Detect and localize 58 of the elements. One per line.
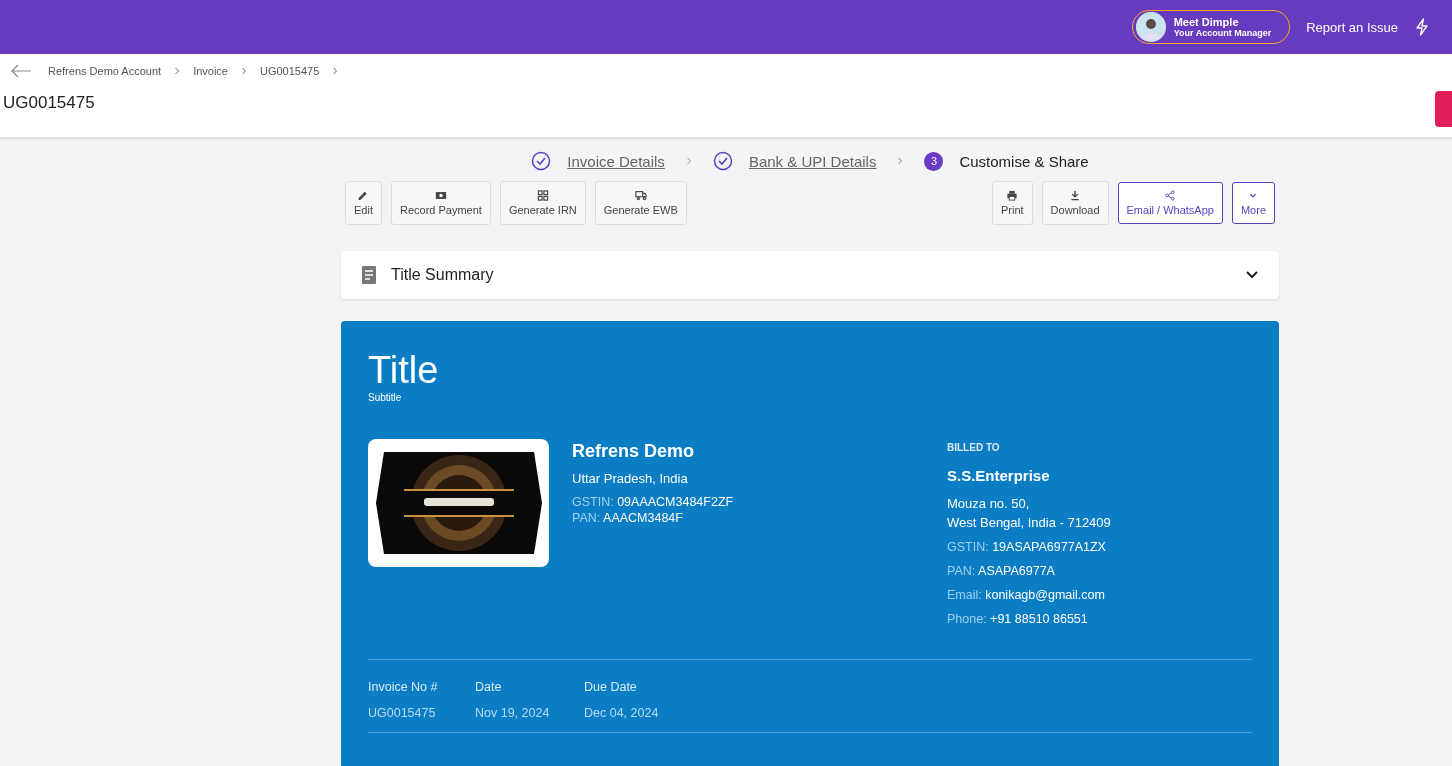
meta-value: UG0015475 bbox=[368, 706, 437, 720]
cash-icon bbox=[434, 190, 447, 201]
manager-role: Your Account Manager bbox=[1173, 28, 1272, 38]
company-detail: PAN: AAACM3484F bbox=[572, 511, 684, 525]
invoice-subtitle: Subtitle bbox=[368, 392, 403, 403]
chevron-down-icon[interactable] bbox=[1245, 270, 1259, 280]
printer-icon bbox=[1006, 190, 1019, 201]
breadcrumb-link[interactable]: Invoice bbox=[193, 65, 228, 77]
company-detail: GSTIN: 09AAACM3484F2ZF bbox=[572, 495, 735, 509]
client-address: West Bengal, India - 712409 bbox=[947, 514, 1111, 532]
invoice-title: Title bbox=[368, 349, 440, 392]
summary-title: Title Summary bbox=[391, 266, 495, 284]
step-number: 3 bbox=[924, 151, 944, 171]
toolbar-button[interactable]: Edit bbox=[345, 181, 382, 225]
chevron-right-icon bbox=[684, 157, 693, 165]
toolbar-button[interactable]: Download bbox=[1041, 181, 1109, 225]
back-arrow-icon[interactable] bbox=[10, 64, 32, 78]
avatar-icon bbox=[1135, 12, 1166, 42]
manager-name: Meet Dimple bbox=[1173, 16, 1240, 28]
toolbar-button[interactable]: Email / WhatsApp bbox=[1117, 182, 1223, 224]
toolbar-button[interactable]: More bbox=[1231, 182, 1275, 224]
step-link[interactable]: Invoice Details bbox=[567, 152, 665, 170]
toolbar-button[interactable]: Generate IRN bbox=[499, 181, 586, 225]
client-detail: GSTIN: 19ASAPA6977A1ZX bbox=[947, 540, 1107, 554]
breadcrumb-link[interactable]: UG0015475 bbox=[260, 65, 320, 77]
meta-value: Dec 04, 2024 bbox=[584, 706, 660, 720]
report-issue-link[interactable]: Report an Issue bbox=[1306, 19, 1398, 35]
step-link[interactable]: Bank & UPI Details bbox=[748, 152, 877, 170]
meta-label: Invoice No # bbox=[368, 680, 439, 694]
download-icon bbox=[1069, 190, 1082, 201]
toolbar-button[interactable]: Record Payment bbox=[390, 181, 491, 225]
meta-value: Nov 19, 2024 bbox=[475, 706, 551, 720]
pencil-icon bbox=[357, 190, 370, 201]
client-name: S.S.Enterprise bbox=[947, 467, 1051, 484]
document-icon bbox=[361, 265, 377, 285]
truck-icon bbox=[634, 190, 647, 201]
client-detail: Email: konikagb@gmail.com bbox=[947, 588, 1106, 602]
breadcrumb-link[interactable]: Refrens Demo Account bbox=[48, 65, 162, 77]
title-summary-panel[interactable]: Title Summary bbox=[341, 251, 1279, 299]
client-detail: PAN: ASAPA6977A bbox=[947, 564, 1056, 578]
chevron-right-icon bbox=[173, 67, 182, 75]
chevron-right-icon bbox=[896, 157, 905, 165]
billed-to-heading: BILLED TO bbox=[947, 442, 1001, 453]
company-address: Uttar Pradesh, India bbox=[572, 471, 689, 486]
page-title: UG0015475 bbox=[2, 93, 95, 113]
client-detail: Phone: +91 88510 86551 bbox=[947, 612, 1089, 626]
meta-label: Due Date bbox=[584, 680, 638, 694]
client-address: Mouza no. 50, bbox=[947, 495, 1031, 513]
meta-label: Date bbox=[475, 680, 503, 694]
chevron-right-icon bbox=[331, 67, 340, 75]
company-name: Refrens Demo bbox=[572, 441, 696, 462]
step-link[interactable]: Customise & Share bbox=[959, 152, 1089, 170]
lightning-icon[interactable] bbox=[1414, 18, 1430, 36]
toolbar-button[interactable]: Generate EWB bbox=[594, 181, 687, 225]
toolbar-button[interactable]: Print bbox=[991, 181, 1033, 225]
chevron-right-icon bbox=[240, 67, 248, 75]
qr-code-icon bbox=[536, 190, 549, 201]
share-icon bbox=[1164, 190, 1177, 201]
